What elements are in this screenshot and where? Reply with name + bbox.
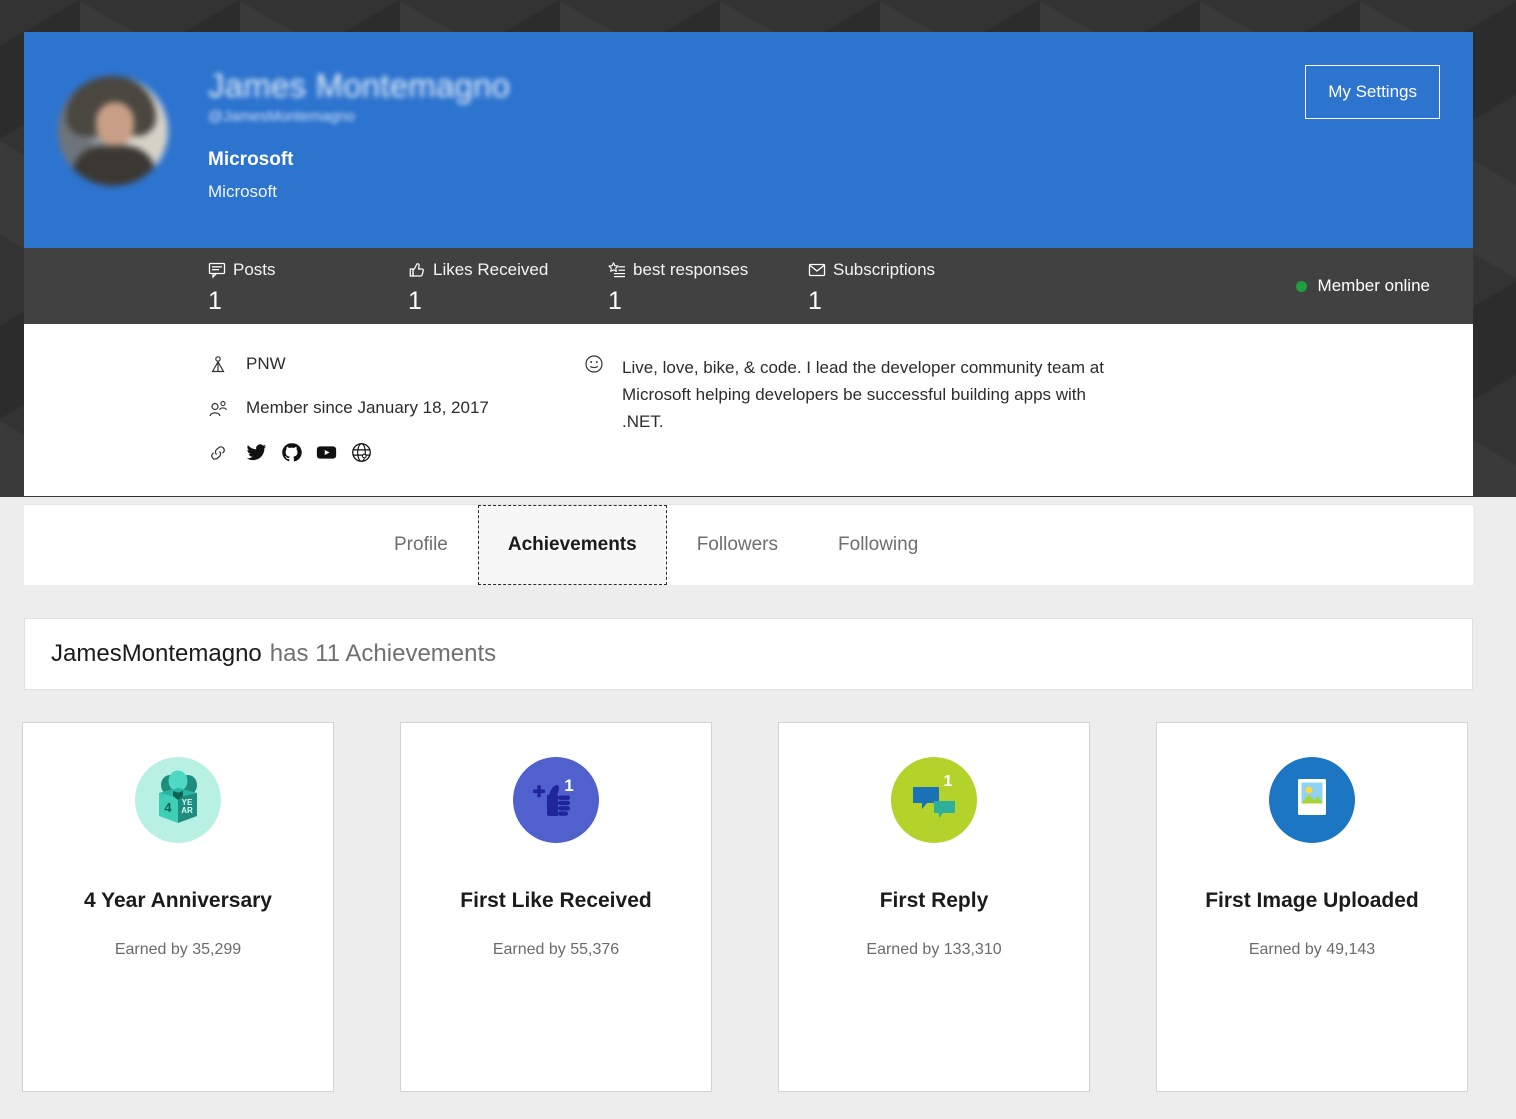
profile-location-row: PNW <box>208 354 574 375</box>
achievement-title: 4 Year Anniversary <box>84 889 272 913</box>
stat-posts: Posts 1 <box>208 258 408 316</box>
achievements-summary-user: JamesMontemagno <box>51 640 262 668</box>
profile-stats-bar: Posts 1 Likes Received 1 bes <box>24 248 1473 324</box>
achievement-card[interactable]: 4 YE AR 4 Year Anniversary Earned by 35,… <box>22 722 334 1092</box>
youtube-icon[interactable] <box>316 442 337 463</box>
achievement-title: First Reply <box>880 889 989 913</box>
stat-best-responses-label: best responses <box>633 260 748 280</box>
profile-handle: @JamesMontemagno <box>208 108 1473 128</box>
achievements-grid: 4 YE AR 4 Year Anniversary Earned by 35,… <box>22 722 1494 1092</box>
member-icon <box>208 399 228 419</box>
tab-achievements[interactable]: Achievements <box>478 505 667 585</box>
profile-org-secondary: Microsoft <box>208 182 1473 202</box>
stat-likes-label: Likes Received <box>433 260 548 280</box>
profile-member-since: Member since January 18, 2017 <box>246 398 489 418</box>
profile-info-panel: PNW Member since January 18, 2017 <box>24 324 1473 496</box>
profile-bio: Live, love, bike, & code. I lead the dev… <box>622 354 1132 435</box>
stat-subscriptions-value: 1 <box>808 287 1008 316</box>
tab-followers[interactable]: Followers <box>667 505 808 585</box>
online-status-dot <box>1296 281 1307 292</box>
posts-icon <box>208 261 226 279</box>
achievements-summary-text: has 11 Achievements <box>270 640 496 668</box>
achievement-card[interactable]: 1 First Reply Earned by 133,310 <box>778 722 1090 1092</box>
twitter-icon[interactable] <box>246 442 267 463</box>
tab-profile[interactable]: Profile <box>364 505 478 585</box>
profile-tabs: Profile Achievements Followers Following <box>24 504 1473 585</box>
achievement-title: First Like Received <box>460 889 651 913</box>
stat-best-responses: best responses 1 <box>608 258 808 316</box>
github-icon[interactable] <box>281 442 302 463</box>
profile-member-since-row: Member since January 18, 2017 <box>208 398 574 419</box>
stat-subscriptions: Subscriptions 1 <box>808 258 1008 316</box>
svg-text:1: 1 <box>564 776 573 795</box>
achievement-earned-by: Earned by 49,143 <box>1249 941 1375 959</box>
svg-text:1: 1 <box>944 773 953 790</box>
status-badge-label: Member online <box>1318 276 1430 296</box>
achievement-card[interactable]: First Image Uploaded Earned by 49,143 <box>1156 722 1468 1092</box>
profile-org-primary: Microsoft <box>208 149 1473 171</box>
first-reply-speech-bubbles-icon: 1 <box>891 757 977 843</box>
thumbs-up-icon <box>408 261 426 279</box>
achievement-card[interactable]: 1 First Like Received Earned by 55,376 <box>400 722 712 1092</box>
stat-best-responses-value: 1 <box>608 287 808 316</box>
tab-following[interactable]: Following <box>808 505 948 585</box>
stat-posts-label: Posts <box>233 260 276 280</box>
profile-links-row <box>208 442 574 463</box>
location-pin-icon <box>208 355 228 375</box>
svg-text:4: 4 <box>164 800 172 815</box>
smiley-icon <box>584 354 604 435</box>
profile-page: James Montemagno @JamesMontemagno Micros… <box>0 0 1516 1119</box>
profile-bio-row: Live, love, bike, & code. I lead the dev… <box>584 354 1473 435</box>
envelope-icon <box>808 261 826 279</box>
stat-posts-value: 1 <box>208 287 408 316</box>
avatar[interactable] <box>58 76 168 186</box>
profile-header-card: James Montemagno @JamesMontemagno Micros… <box>24 32 1473 496</box>
anniversary-gift-icon: 4 YE AR <box>135 757 221 843</box>
website-globe-icon[interactable] <box>351 442 372 463</box>
first-image-photo-icon <box>1269 757 1355 843</box>
profile-location: PNW <box>246 354 286 374</box>
achievement-earned-by: Earned by 35,299 <box>115 941 241 959</box>
status-badge: Member online <box>1296 276 1430 296</box>
stat-likes-value: 1 <box>408 287 608 316</box>
link-icon <box>208 443 228 463</box>
profile-display-name: James Montemagno <box>208 66 1473 106</box>
stat-likes-received: Likes Received 1 <box>408 258 608 316</box>
my-settings-button[interactable]: My Settings <box>1305 65 1440 119</box>
stat-subscriptions-label: Subscriptions <box>833 260 935 280</box>
achievement-earned-by: Earned by 133,310 <box>866 941 1001 959</box>
achievement-title: First Image Uploaded <box>1205 889 1419 913</box>
achievements-summary: JamesMontemagno has 11 Achievements <box>24 618 1473 690</box>
achievement-earned-by: Earned by 55,376 <box>493 941 619 959</box>
first-like-thumbs-up-icon: 1 <box>513 757 599 843</box>
best-response-icon <box>608 261 626 279</box>
profile-hero: James Montemagno @JamesMontemagno Micros… <box>24 32 1473 248</box>
svg-text:AR: AR <box>181 806 193 815</box>
